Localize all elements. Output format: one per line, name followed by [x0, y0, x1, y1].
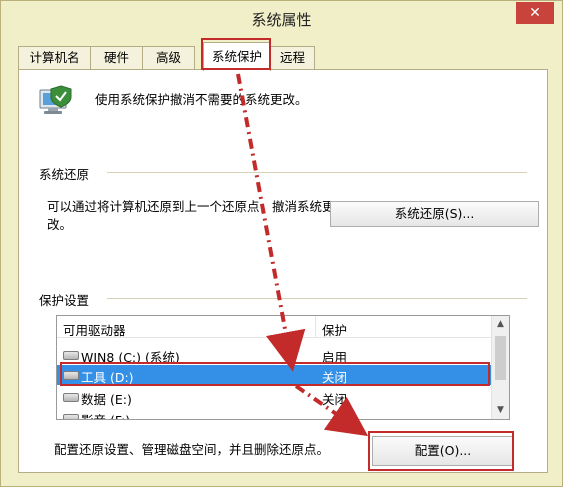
annotation-drive-highlight — [60, 362, 490, 386]
intro-text: 使用系统保护撤消不需要的系统更改。 — [95, 92, 308, 107]
annotation-configure-highlight — [368, 431, 514, 471]
column-header-drive[interactable]: 可用驱动器 — [63, 320, 126, 339]
tab-hardware[interactable]: 硬件 — [90, 46, 143, 70]
column-header-protection[interactable]: 保护 — [322, 320, 347, 339]
drive-row[interactable]: 数据 (E:) 关闭 — [57, 387, 492, 407]
system-protection-panel: 使用系统保护撤消不需要的系统更改。 系统还原 可以通过将计算机还原到上一个还原点… — [18, 69, 548, 473]
tab-advanced[interactable]: 高级 — [142, 46, 195, 70]
annotation-tab-highlight — [201, 38, 271, 70]
tab-remote[interactable]: 远程 — [270, 46, 315, 70]
close-button[interactable]: ✕ — [516, 2, 554, 24]
protection-settings-label: 保护设置 — [39, 293, 90, 308]
configure-description: 配置还原设置、管理磁盘空间，并且删除还原点。 — [54, 442, 330, 457]
drive-row[interactable]: 影音 (F:) — [57, 408, 492, 419]
computer-shield-icon — [39, 85, 72, 114]
system-restore-button[interactable]: 系统还原(S)... — [330, 201, 539, 227]
system-restore-description: 可以通过将计算机还原到上一个还原点，撤消系统更改。 — [47, 199, 335, 232]
scroll-down-icon[interactable]: ▼ — [492, 402, 509, 419]
drive-icon — [63, 351, 79, 360]
drive-icon — [63, 414, 79, 419]
title-bar[interactable]: 系统属性 ✕ — [1, 1, 562, 35]
drive-name: 影音 (F:) — [81, 410, 130, 419]
close-icon: ✕ — [529, 5, 541, 21]
scroll-thumb[interactable] — [495, 336, 506, 380]
tab-computer-name[interactable]: 计算机名 — [18, 46, 91, 70]
drive-list-scrollbar[interactable]: ▲ ▼ — [491, 316, 509, 419]
column-separator — [315, 316, 316, 338]
system-restore-label: 系统还原 — [39, 167, 90, 182]
drive-icon — [63, 393, 79, 402]
protection-settings-divider — [107, 298, 527, 299]
window-title: 系统属性 — [251, 11, 312, 29]
scroll-up-icon[interactable]: ▲ — [492, 316, 509, 333]
drive-list-header: 可用驱动器 保护 — [57, 316, 492, 338]
drive-name: 数据 (E:) — [81, 392, 132, 407]
drive-protection-status: 关闭 — [322, 392, 348, 407]
system-restore-divider — [107, 172, 527, 173]
